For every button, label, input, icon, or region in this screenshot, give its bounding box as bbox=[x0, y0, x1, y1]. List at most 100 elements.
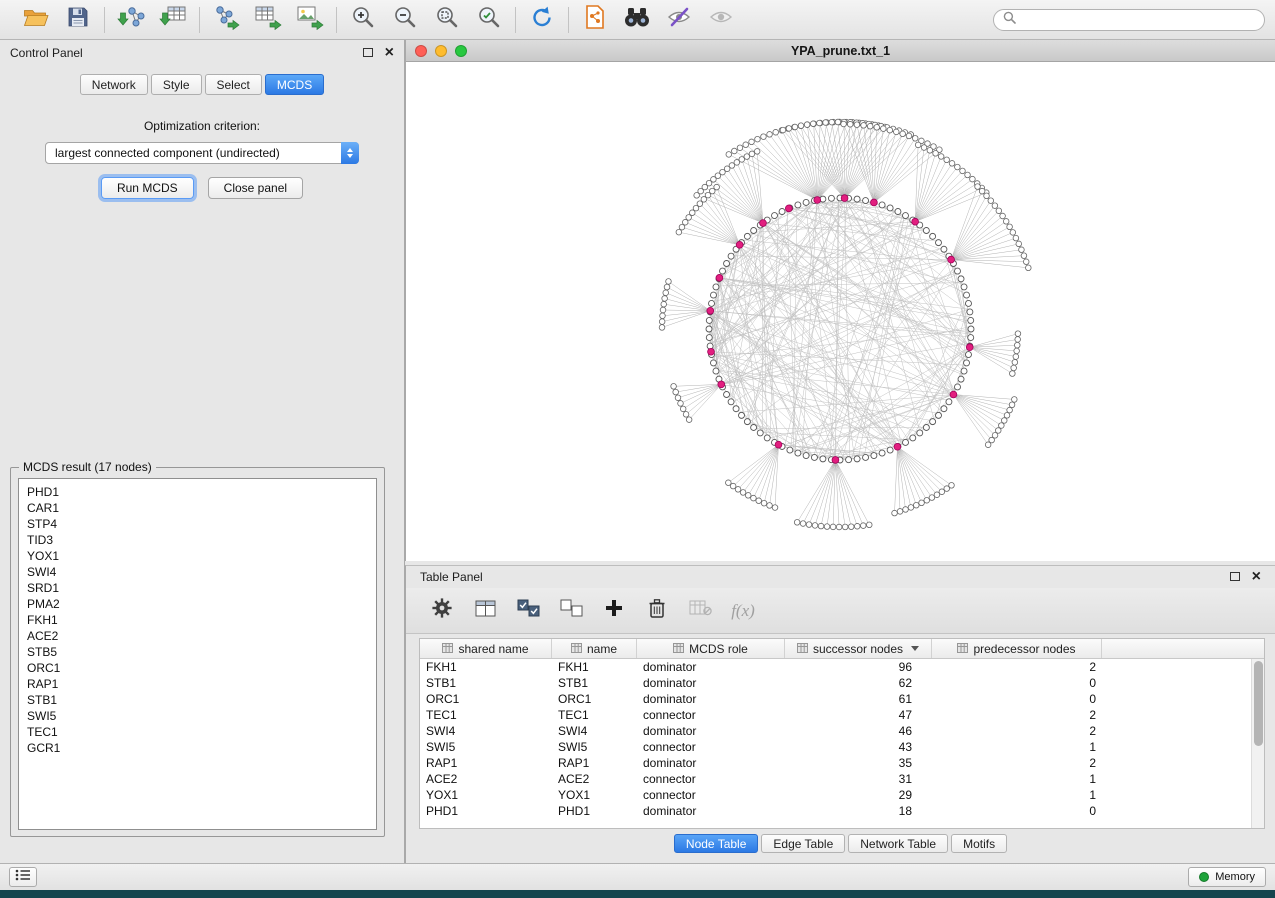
network-titlebar[interactable]: YPA_prune.txt_1 bbox=[406, 40, 1275, 62]
table-row[interactable]: TEC1TEC1connector472 bbox=[420, 707, 1264, 723]
import-network-button[interactable] bbox=[115, 5, 147, 35]
cell-role: dominator bbox=[637, 804, 785, 818]
network-view[interactable] bbox=[406, 62, 1274, 559]
network-svg[interactable] bbox=[406, 62, 1274, 559]
delete-table-button[interactable] bbox=[688, 597, 712, 625]
column-header-successor-nodes[interactable]: successor nodes bbox=[785, 639, 932, 658]
run-mcds-button[interactable]: Run MCDS bbox=[101, 177, 194, 199]
open-file-button[interactable] bbox=[20, 5, 52, 35]
show-panel-button[interactable] bbox=[9, 867, 37, 887]
column-header-predecessor-nodes[interactable]: predecessor nodes bbox=[932, 639, 1102, 658]
table-row[interactable]: FKH1FKH1dominator962 bbox=[420, 659, 1264, 675]
tab-network-table[interactable]: Network Table bbox=[848, 834, 948, 853]
cell-shared-name: SWI5 bbox=[420, 740, 552, 754]
cell-shared-name: RAP1 bbox=[420, 756, 552, 770]
mcds-result-item[interactable]: SWI5 bbox=[19, 708, 376, 724]
tab-node-table[interactable]: Node Table bbox=[674, 834, 759, 853]
tab-select[interactable]: Select bbox=[205, 74, 262, 95]
export-image-button[interactable] bbox=[294, 5, 326, 35]
mcds-result-item[interactable]: STP4 bbox=[19, 516, 376, 532]
tab-edge-table[interactable]: Edge Table bbox=[761, 834, 845, 853]
control-panel-header: Control Panel × bbox=[0, 40, 404, 66]
show-annotations-button[interactable] bbox=[663, 5, 695, 35]
control-panel-tabs: Network Style Select MCDS bbox=[0, 74, 404, 95]
toolbar-group-session bbox=[10, 5, 104, 35]
annotation-eye-icon bbox=[666, 5, 692, 34]
table-scrollbar-thumb[interactable] bbox=[1254, 661, 1263, 746]
tab-style[interactable]: Style bbox=[151, 74, 202, 95]
function-builder-button[interactable]: f(x) bbox=[731, 597, 755, 625]
mcds-result-item[interactable]: PMA2 bbox=[19, 596, 376, 612]
delete-rows-button[interactable] bbox=[645, 597, 669, 625]
mcds-result-item[interactable]: STB5 bbox=[19, 644, 376, 660]
mcds-result-item[interactable]: FKH1 bbox=[19, 612, 376, 628]
zoom-out-button[interactable] bbox=[389, 5, 421, 35]
deselect-all-rows-button[interactable] bbox=[559, 597, 583, 625]
search-box[interactable] bbox=[993, 9, 1265, 31]
export-network-button[interactable] bbox=[210, 5, 242, 35]
table-row[interactable]: STB1STB1dominator620 bbox=[420, 675, 1264, 691]
zoom-selected-button[interactable] bbox=[473, 5, 505, 35]
clone-network-button[interactable] bbox=[579, 5, 611, 35]
fx-icon: f(x) bbox=[731, 601, 755, 621]
show-columns-button[interactable] bbox=[473, 597, 497, 625]
tab-mcds[interactable]: MCDS bbox=[265, 74, 324, 95]
table-row[interactable]: SWI4SWI4dominator462 bbox=[420, 723, 1264, 739]
mcds-result-item[interactable]: PHD1 bbox=[19, 484, 376, 500]
mcds-result-list[interactable]: PHD1CAR1STP4TID3YOX1SWI4SRD1PMA2FKH1ACE2… bbox=[18, 478, 377, 830]
table-row[interactable]: ACE2ACE2connector311 bbox=[420, 771, 1264, 787]
table-settings-button[interactable] bbox=[430, 597, 454, 625]
column-header-name[interactable]: name bbox=[552, 639, 637, 658]
column-header-mcds-role[interactable]: MCDS role bbox=[637, 639, 785, 658]
close-panel-button[interactable]: × bbox=[385, 46, 394, 60]
cell-successors: 62 bbox=[785, 676, 932, 690]
optimization-criterion-select[interactable]: largest connected component (undirected) bbox=[45, 142, 359, 164]
search-input[interactable] bbox=[1022, 13, 1255, 27]
toolbar-group-import bbox=[105, 5, 199, 35]
table-row[interactable]: ORC1ORC1dominator610 bbox=[420, 691, 1264, 707]
zoom-in-button[interactable] bbox=[347, 5, 379, 35]
plus-icon bbox=[605, 599, 623, 622]
mcds-result-item[interactable]: TID3 bbox=[19, 532, 376, 548]
tab-motifs[interactable]: Motifs bbox=[951, 834, 1007, 853]
close-window-button[interactable] bbox=[415, 45, 427, 57]
cell-successors: 47 bbox=[785, 708, 932, 722]
close-table-panel-button[interactable]: × bbox=[1252, 570, 1261, 584]
search-icon bbox=[1003, 11, 1016, 29]
mcds-result-item[interactable]: SRD1 bbox=[19, 580, 376, 596]
table-row[interactable]: RAP1RAP1dominator352 bbox=[420, 755, 1264, 771]
combo-stepper-icon bbox=[341, 142, 359, 164]
add-button[interactable] bbox=[602, 597, 626, 625]
mcds-result-item[interactable]: CAR1 bbox=[19, 500, 376, 516]
mcds-result-item[interactable]: RAP1 bbox=[19, 676, 376, 692]
table-scrollbar[interactable] bbox=[1251, 659, 1264, 828]
table-row[interactable]: SWI5SWI5connector431 bbox=[420, 739, 1264, 755]
close-panel-action-button[interactable]: Close panel bbox=[208, 177, 303, 199]
mcds-result-item[interactable]: TEC1 bbox=[19, 724, 376, 740]
mcds-result-item[interactable]: STB1 bbox=[19, 692, 376, 708]
save-session-button[interactable] bbox=[62, 5, 94, 35]
select-all-rows-button[interactable] bbox=[516, 597, 540, 625]
refresh-view-button[interactable] bbox=[526, 5, 558, 35]
memory-button[interactable]: Memory bbox=[1188, 867, 1266, 887]
find-button[interactable] bbox=[621, 5, 653, 35]
control-panel: Control Panel × Network Style Select MCD… bbox=[0, 40, 405, 863]
float-table-panel-button[interactable] bbox=[1230, 570, 1240, 584]
mcds-result-item[interactable]: ORC1 bbox=[19, 660, 376, 676]
column-header-shared-name[interactable]: shared name bbox=[420, 639, 552, 658]
memory-label: Memory bbox=[1215, 871, 1255, 883]
mcds-result-item[interactable]: GCR1 bbox=[19, 740, 376, 756]
zoom-fit-button[interactable] bbox=[431, 5, 463, 35]
minimize-window-button[interactable] bbox=[435, 45, 447, 57]
import-table-button[interactable] bbox=[157, 5, 189, 35]
float-panel-button[interactable] bbox=[363, 46, 373, 60]
hide-graphics-details-button[interactable] bbox=[705, 5, 737, 35]
tab-network[interactable]: Network bbox=[80, 74, 148, 95]
table-row[interactable]: YOX1YOX1connector291 bbox=[420, 787, 1264, 803]
mcds-result-item[interactable]: YOX1 bbox=[19, 548, 376, 564]
export-table-button[interactable] bbox=[252, 5, 284, 35]
mcds-result-item[interactable]: SWI4 bbox=[19, 564, 376, 580]
table-row[interactable]: PHD1PHD1dominator180 bbox=[420, 803, 1264, 819]
mcds-result-item[interactable]: ACE2 bbox=[19, 628, 376, 644]
maximize-window-button[interactable] bbox=[455, 45, 467, 57]
